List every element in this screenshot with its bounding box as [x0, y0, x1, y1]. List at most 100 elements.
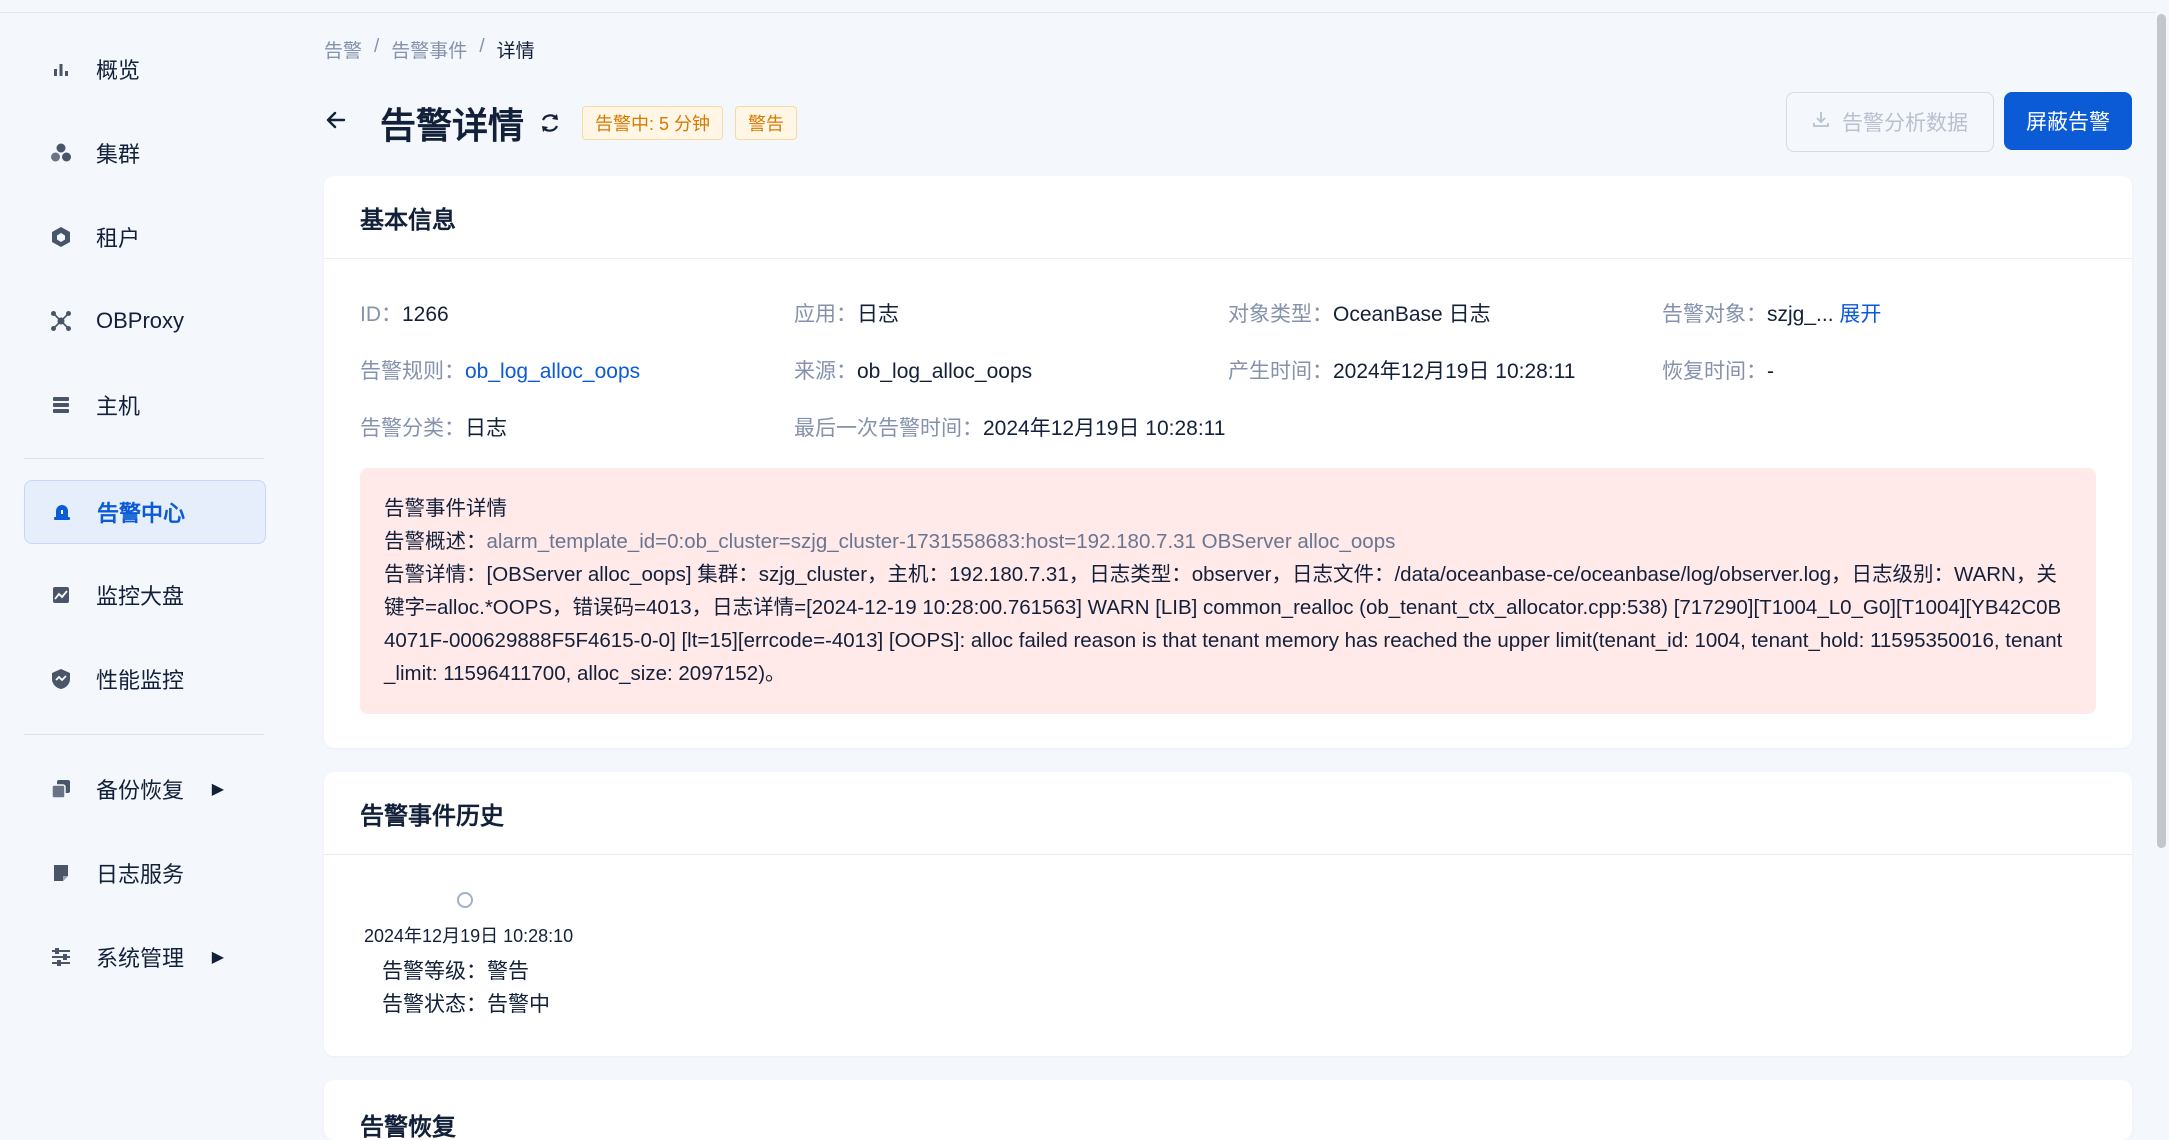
- sidebar-item-obproxy[interactable]: OBProxy: [24, 290, 264, 352]
- field-source: 来源：ob_log_alloc_oops: [794, 355, 1032, 385]
- breadcrumb-alarm-events[interactable]: 告警事件: [391, 36, 467, 63]
- field-label: 产生时间：: [1228, 360, 1333, 383]
- card-title: 告警恢复: [360, 1113, 456, 1140]
- detail-summary: 告警概述：alarm_template_id=0:ob_cluster=szjg…: [384, 525, 2072, 558]
- field-label: 应用：: [794, 303, 857, 326]
- field-object-type: 对象类型：OceanBase 日志: [1228, 298, 1491, 328]
- field-value: 日志: [857, 303, 899, 326]
- history-level: 告警等级：警告: [382, 955, 529, 985]
- field-value: 2024年12月19日 10:28:11: [1333, 360, 1576, 383]
- field-category: 告警分类：日志: [360, 412, 507, 442]
- field-value: OceanBase 日志: [1333, 303, 1491, 326]
- detail-value: [OBServer alloc_oops] 集群：szjg_cluster，主机…: [384, 563, 2063, 685]
- sidebar-divider: [24, 458, 264, 459]
- field-rule: 告警规则：ob_log_alloc_oops: [360, 355, 640, 385]
- sidebar-divider: [24, 734, 264, 735]
- caret-right-icon: ▶: [211, 949, 224, 966]
- back-arrow-icon[interactable]: [324, 106, 364, 140]
- field-value: 警告: [487, 960, 529, 983]
- refresh-icon[interactable]: [536, 109, 564, 137]
- sidebar-item-label: 系统管理: [96, 946, 185, 971]
- sidebar: 概览 集群 租户 OBProxy 主机 告警中心 监控大盘 性能监控 备份恢复 …: [0, 12, 290, 1113]
- sidebar-item-monitor-dashboard[interactable]: 监控大盘: [24, 564, 264, 626]
- summary-label: 告警概述：: [384, 530, 487, 553]
- sidebar-item-label: 性能监控: [96, 668, 185, 693]
- field-target: 告警对象：szjg_... 展开: [1662, 298, 1881, 328]
- breadcrumb-current: 详情: [496, 41, 535, 62]
- scrollbar-thumb[interactable]: [2157, 14, 2166, 848]
- log-icon: [48, 860, 74, 886]
- breadcrumb-separator: /: [374, 36, 380, 57]
- sidebar-item-label: 监控大盘: [96, 584, 185, 609]
- settings-icon: [48, 944, 74, 970]
- field-created-time: 产生时间：2024年12月19日 10:28:11: [1228, 355, 1575, 385]
- sidebar-item-label: 主机: [96, 394, 141, 419]
- page-header: 告警详情 告警中: 5 分钟 警告: [324, 96, 798, 150]
- sidebar-item-host[interactable]: 主机: [24, 374, 264, 436]
- card-title: 告警事件历史: [324, 772, 2132, 855]
- sidebar-item-label: 租户: [96, 226, 141, 251]
- field-label: 告警状态：: [382, 993, 487, 1016]
- proxy-icon: [48, 308, 74, 334]
- field-label: 恢复时间：: [1662, 360, 1767, 383]
- field-app: 应用：日志: [794, 298, 899, 328]
- sidebar-item-label: 告警中心: [97, 501, 186, 526]
- sidebar-item-performance[interactable]: 性能监控: [24, 648, 264, 710]
- tenant-icon: [48, 224, 74, 250]
- field-value: 1266: [402, 303, 449, 326]
- summary-value: alarm_template_id=0:ob_cluster=szjg_clus…: [486, 530, 1396, 553]
- monitor-icon: [48, 582, 74, 608]
- host-icon: [48, 392, 74, 418]
- sidebar-item-label: 概览: [96, 58, 141, 83]
- alarm-icon: [49, 499, 75, 525]
- sidebar-item-label: OBProxy: [96, 308, 185, 333]
- cluster-icon: [48, 140, 74, 166]
- expand-link[interactable]: 展开: [1839, 303, 1881, 326]
- sidebar-item-log-service[interactable]: 日志服务: [24, 842, 264, 904]
- sidebar-item-system-management[interactable]: 系统管理 ▶: [24, 926, 264, 988]
- field-label: ID：: [360, 303, 402, 326]
- sidebar-item-tenant[interactable]: 租户: [24, 206, 264, 268]
- field-value: -: [1767, 360, 1774, 383]
- detail-full: 告警详情：[OBServer alloc_oops] 集群：szjg_clust…: [384, 558, 2072, 690]
- breadcrumb-separator: /: [479, 36, 485, 57]
- breadcrumb-alarm[interactable]: 告警: [324, 36, 362, 63]
- field-label: 告警对象：: [1662, 303, 1767, 326]
- basic-info-card: 基本信息 ID：1266 应用：日志 对象类型：OceanBase 日志 告警对…: [324, 176, 2132, 748]
- field-value: 告警中: [487, 993, 550, 1016]
- export-analysis-button[interactable]: 告警分析数据: [1786, 92, 1994, 152]
- export-analysis-label: 告警分析数据: [1842, 112, 1968, 135]
- backup-icon: [48, 776, 74, 802]
- page-title: 告警详情: [380, 105, 525, 146]
- detail-heading: 告警事件详情: [384, 497, 507, 520]
- field-value: ob_log_alloc_oops: [857, 360, 1033, 383]
- field-label: 告警等级：: [382, 960, 487, 983]
- field-value: 日志: [465, 417, 507, 440]
- field-label: 告警分类：: [360, 417, 465, 440]
- timeline-dot: [457, 892, 473, 908]
- field-label: 对象类型：: [1228, 303, 1333, 326]
- history-status: 告警状态：告警中: [382, 988, 550, 1018]
- field-value: 2024年12月19日 10:28:11: [983, 417, 1226, 440]
- breadcrumb: 告警 / 告警事件 / 详情: [324, 36, 535, 63]
- sidebar-item-alarm-center[interactable]: 告警中心: [24, 480, 266, 544]
- field-label: 告警规则：: [360, 360, 465, 383]
- rule-link[interactable]: ob_log_alloc_oops: [465, 360, 640, 383]
- timeline-time: 2024年12月19日 10:28:10: [364, 926, 574, 946]
- field-value: szjg_...: [1767, 303, 1834, 326]
- field-last-alarm-time: 最后一次告警时间：2024年12月19日 10:28:11: [794, 412, 1225, 442]
- top-border: [0, 0, 2169, 13]
- caret-right-icon: ▶: [211, 781, 224, 798]
- recovery-card: 告警恢复: [324, 1080, 2132, 1140]
- status-badge: 告警中: 5 分钟: [582, 106, 724, 140]
- block-alarm-button[interactable]: 屏蔽告警: [2004, 92, 2132, 150]
- sidebar-item-overview[interactable]: 概览: [24, 38, 264, 100]
- sidebar-item-label: 备份恢复: [96, 778, 185, 803]
- history-card: 告警事件历史 2024年12月19日 10:28:10 告警等级：警告 告警状态…: [324, 772, 2132, 1056]
- sidebar-item-cluster[interactable]: 集群: [24, 122, 264, 184]
- bar-chart-icon: [48, 56, 74, 82]
- field-label: 来源：: [794, 360, 857, 383]
- sidebar-item-label: 日志服务: [96, 862, 185, 887]
- sidebar-item-backup-restore[interactable]: 备份恢复 ▶: [24, 758, 264, 820]
- field-label: 最后一次告警时间：: [794, 417, 983, 440]
